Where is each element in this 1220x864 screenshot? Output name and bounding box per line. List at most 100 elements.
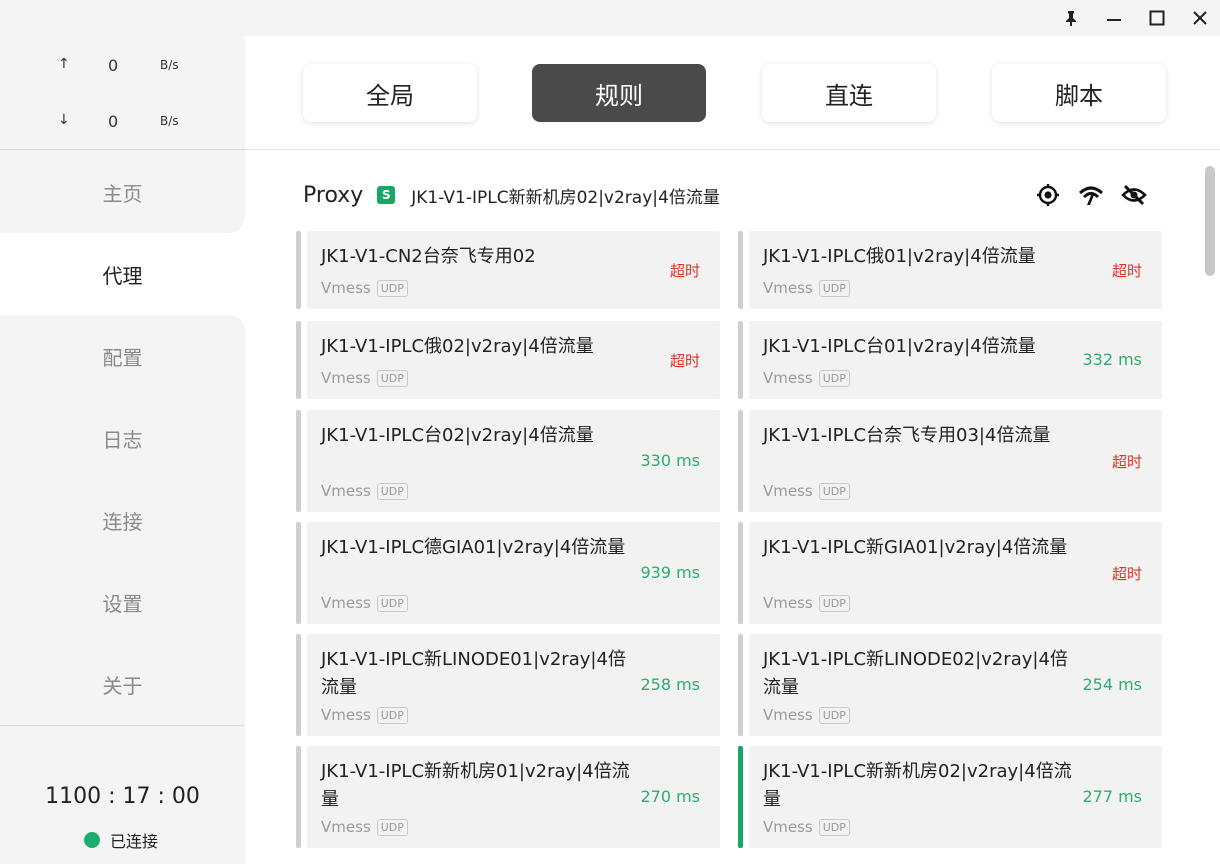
proxy-card-body[interactable]: JK1-V1-IPLC台02|v2ray|4倍流量 Vmess UDP 330 ms (307, 410, 720, 512)
proxy-card-body[interactable]: JK1-V1-IPLC台01|v2ray|4倍流量 Vmess UDP 332 ms (749, 321, 1162, 399)
proxy-meta: Vmess UDP (763, 482, 850, 500)
card-indicator (296, 410, 301, 512)
proxy-card[interactable]: JK1-V1-IPLC俄01|v2ray|4倍流量 Vmess UDP 超时 (738, 231, 1162, 309)
udp-badge: UDP (818, 482, 850, 500)
proxy-card-body[interactable]: JK1-V1-IPLC俄01|v2ray|4倍流量 Vmess UDP 超时 (749, 231, 1162, 309)
proxy-card[interactable]: JK1-V1-IPLC俄02|v2ray|4倍流量 Vmess UDP 超时 (296, 321, 720, 399)
mode-script-button[interactable]: 脚本 (992, 64, 1166, 122)
connection-status: 已连接 (84, 828, 158, 852)
sidebar-item-connections[interactable]: 连接 (0, 479, 245, 561)
proxy-delay[interactable]: 939 ms (640, 563, 700, 582)
sidebar-item-settings[interactable]: 设置 (0, 561, 245, 643)
proxy-group-header: Proxy S JK1-V1-IPLC新新机房02|v2ray|4倍流量 (303, 180, 720, 210)
proxy-type: Vmess (321, 706, 371, 724)
proxy-card[interactable]: JK1-V1-IPLC新LINODE02|v2ray|4倍流量 Vmess UDP 2… (738, 634, 1162, 736)
proxy-card-body[interactable]: JK1-V1-IPLC新新机房01|v2ray|4倍流量 Vmess UDP 270 … (307, 746, 720, 848)
upload-unit: B/s (160, 58, 179, 72)
maximize-icon[interactable] (1144, 6, 1170, 30)
current-proxy-name: JK1-V1-IPLC新新机房02|v2ray|4倍流量 (411, 187, 720, 208)
minimize-icon[interactable] (1101, 6, 1127, 30)
proxy-name: JK1-V1-IPLC台奈飞专用03|4倍流量 (763, 425, 1051, 446)
proxy-delay[interactable]: 332 ms (1082, 350, 1142, 369)
udp-badge: UDP (818, 594, 850, 612)
sidebar-item-config[interactable]: 配置 (0, 315, 245, 397)
proxy-card[interactable]: JK1-V1-CN2台奈飞专用02 Vmess UDP 超时 (296, 231, 720, 309)
proxy-card-body[interactable]: JK1-V1-IPLC新LINODE02|v2ray|4倍流量 Vmess UDP 2… (749, 634, 1162, 736)
card-indicator (296, 231, 301, 309)
status-dot-icon (84, 832, 100, 848)
proxy-card[interactable]: JK1-V1-IPLC台01|v2ray|4倍流量 Vmess UDP 332 ms (738, 321, 1162, 399)
proxy-card[interactable]: JK1-V1-IPLC台奈飞专用03|4倍流量 Vmess UDP 超时 (738, 410, 1162, 512)
proxy-name: JK1-V1-IPLC新LINODE02|v2ray|4倍流量 (763, 649, 1068, 698)
proxy-type: Vmess (763, 818, 813, 836)
udp-badge: UDP (376, 482, 408, 500)
card-indicator (738, 231, 743, 309)
proxy-card-body[interactable]: JK1-V1-IPLC新GIA01|v2ray|4倍流量 Vmess UDP 超时 (749, 522, 1162, 624)
sidebar-footer: 1100 : 17 : 00 已连接 (0, 725, 245, 864)
proxy-name: JK1-V1-IPLC俄01|v2ray|4倍流量 (763, 246, 1036, 267)
proxy-meta: Vmess UDP (763, 279, 850, 297)
download-arrow-icon: ↓ (58, 112, 70, 128)
udp-badge: UDP (818, 818, 850, 836)
udp-badge: UDP (376, 706, 408, 724)
proxy-name: JK1-V1-IPLC台01|v2ray|4倍流量 (763, 336, 1036, 357)
proxy-delay[interactable]: 超时 (670, 350, 700, 371)
card-indicator (738, 522, 743, 624)
card-indicator (738, 410, 743, 512)
proxy-meta: Vmess UDP (763, 369, 850, 387)
proxy-card[interactable]: JK1-V1-IPLC新GIA01|v2ray|4倍流量 Vmess UDP 超时 (738, 522, 1162, 624)
card-indicator (296, 522, 301, 624)
eye-off-icon[interactable] (1121, 182, 1147, 208)
sidebar-item-home[interactable]: 主页 (0, 151, 245, 233)
mode-direct-button[interactable]: 直连 (762, 64, 936, 122)
proxy-type: Vmess (763, 594, 813, 612)
proxy-delay[interactable]: 277 ms (1082, 787, 1142, 806)
sidebar-item-about[interactable]: 关于 (0, 643, 245, 725)
sidebar-item-logs[interactable]: 日志 (0, 397, 245, 479)
card-indicator (296, 321, 301, 399)
proxy-meta: Vmess UDP (321, 706, 408, 724)
proxy-card[interactable]: JK1-V1-IPLC新新机房02|v2ray|4倍流量 Vmess UDP 277 … (738, 746, 1162, 848)
proxy-card[interactable]: JK1-V1-IPLC新LINODE01|v2ray|4倍流量 Vmess UDP 2… (296, 634, 720, 736)
proxy-meta: Vmess UDP (321, 369, 408, 387)
proxy-delay[interactable]: 258 ms (640, 675, 700, 694)
proxy-card[interactable]: JK1-V1-IPLC新新机房01|v2ray|4倍流量 Vmess UDP 270 … (296, 746, 720, 848)
mode-global-button[interactable]: 全局 (303, 64, 477, 122)
upload-arrow-icon: ↑ (58, 56, 70, 72)
proxy-delay[interactable]: 超时 (1112, 563, 1142, 584)
close-icon[interactable] (1187, 6, 1213, 30)
proxy-type: Vmess (321, 279, 371, 297)
proxy-card[interactable]: JK1-V1-IPLC台02|v2ray|4倍流量 Vmess UDP 330 ms (296, 410, 720, 512)
sidebar-item-proxy[interactable]: 代理 (0, 233, 245, 315)
proxy-name: JK1-V1-IPLC俄02|v2ray|4倍流量 (321, 336, 594, 357)
proxy-card[interactable]: JK1-V1-IPLC德GIA01|v2ray|4倍流量 Vmess UDP 939 … (296, 522, 720, 624)
proxy-delay[interactable]: 330 ms (640, 451, 700, 470)
scrollbar-thumb[interactable] (1205, 166, 1215, 276)
proxy-card-body[interactable]: JK1-V1-IPLC新LINODE01|v2ray|4倍流量 Vmess UDP 2… (307, 634, 720, 736)
proxy-delay[interactable]: 超时 (1112, 260, 1142, 281)
proxy-card-body[interactable]: JK1-V1-IPLC新新机房02|v2ray|4倍流量 Vmess UDP 277 … (749, 746, 1162, 848)
proxy-name: JK1-V1-IPLC台02|v2ray|4倍流量 (321, 425, 594, 446)
mode-header: 全局 规则 直连 脚本 (245, 36, 1220, 150)
proxy-delay[interactable]: 超时 (1112, 451, 1142, 472)
proxy-delay[interactable]: 270 ms (640, 787, 700, 806)
proxy-meta: Vmess UDP (763, 594, 850, 612)
udp-badge: UDP (818, 279, 850, 297)
proxy-delay[interactable]: 超时 (670, 260, 700, 281)
proxy-main: Proxy S JK1-V1-IPLC新新机房02|v2ray|4倍流量 JK1… (245, 150, 1220, 864)
locate-icon[interactable] (1035, 182, 1061, 208)
selected-indicator (738, 746, 743, 848)
proxy-card-body[interactable]: JK1-V1-IPLC德GIA01|v2ray|4倍流量 Vmess UDP 939 … (307, 522, 720, 624)
udp-badge: UDP (818, 369, 850, 387)
mode-rule-button[interactable]: 规则 (532, 64, 706, 122)
card-indicator (738, 634, 743, 736)
wifi-test-icon[interactable] (1078, 182, 1104, 208)
proxy-card-body[interactable]: JK1-V1-CN2台奈飞专用02 Vmess UDP 超时 (307, 231, 720, 309)
proxy-card-body[interactable]: JK1-V1-IPLC台奈飞专用03|4倍流量 Vmess UDP 超时 (749, 410, 1162, 512)
download-unit: B/s (160, 114, 179, 128)
proxy-meta: Vmess UDP (321, 818, 408, 836)
upload-value: 0 (108, 56, 119, 75)
pin-icon[interactable] (1058, 6, 1084, 30)
proxy-card-body[interactable]: JK1-V1-IPLC俄02|v2ray|4倍流量 Vmess UDP 超时 (307, 321, 720, 399)
proxy-delay[interactable]: 254 ms (1082, 675, 1142, 694)
